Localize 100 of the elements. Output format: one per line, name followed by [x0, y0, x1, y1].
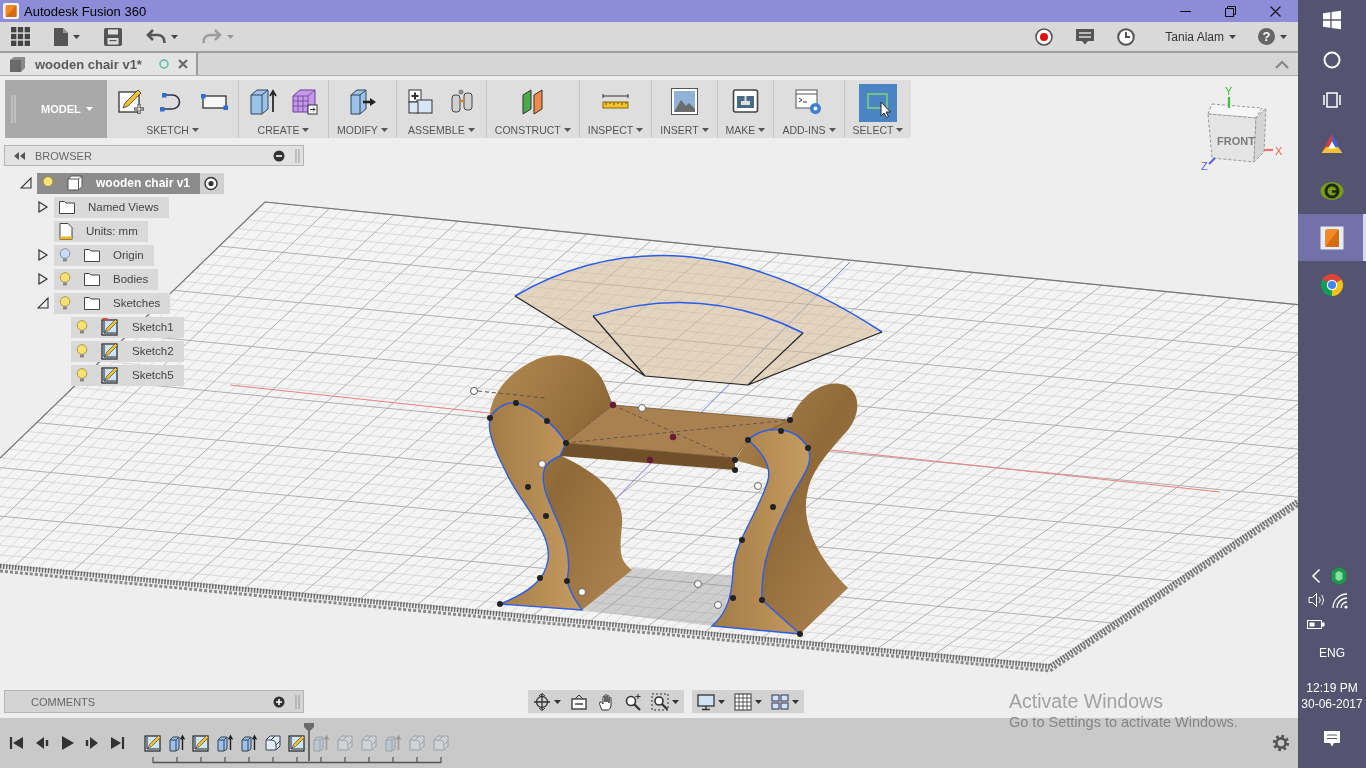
notification-icon	[1322, 730, 1342, 748]
collapsed-arrow-icon[interactable]	[37, 249, 49, 261]
redo-arrow-icon	[202, 29, 222, 44]
caret-icon	[758, 127, 766, 132]
wifi-icon	[1330, 591, 1348, 609]
window-title: Autodesk Fusion 360	[24, 3, 147, 19]
caret-icon	[896, 127, 904, 132]
orbit-button[interactable]	[531, 691, 563, 712]
expanded-arrow-icon[interactable]	[37, 297, 49, 309]
grid-settings-button[interactable]	[732, 691, 764, 712]
boxes-plus-icon	[405, 87, 435, 116]
toolbar-menu-button[interactable]: CONSTRUCT	[494, 123, 571, 136]
toolbar-menu-button[interactable]: ADD-INS	[782, 123, 836, 136]
toolbar-menu-button[interactable]: SELECT	[852, 123, 904, 136]
toolbar-menu-button[interactable]: MAKE	[725, 123, 766, 136]
toolbar-menu-button[interactable]: CREATE	[257, 123, 310, 136]
browser-tree-item[interactable]: Sketch5	[71, 364, 184, 386]
x-axis-label: X	[1275, 145, 1283, 157]
toolbar-menu-button[interactable]: MODIFY	[337, 123, 388, 136]
browser-tree-item[interactable]: Sketch1	[71, 316, 184, 338]
folder-icon	[84, 248, 100, 262]
light-bulb-icon[interactable]	[76, 320, 88, 334]
caret-icon	[701, 127, 709, 132]
light-bulb-icon[interactable]	[59, 272, 71, 286]
chevron-left-icon	[1311, 568, 1321, 584]
undo-arrow-icon	[146, 29, 166, 44]
cube-icon	[9, 55, 26, 73]
caret-icon	[171, 34, 178, 39]
select-button[interactable]	[858, 84, 897, 122]
caret-icon	[828, 127, 836, 132]
view-cube-face-label: FRONT	[1217, 135, 1255, 147]
settings-button[interactable]	[1272, 734, 1290, 752]
caret-icon	[554, 699, 561, 704]
browser-tree-item[interactable]: Sketch2	[71, 340, 184, 362]
caret-icon	[302, 127, 310, 132]
folder-icon	[84, 296, 100, 310]
light-bulb-icon[interactable]	[76, 368, 88, 382]
collapsed-arrow-icon[interactable]	[37, 273, 49, 285]
toolbar-menu-button[interactable]: INSERT	[660, 123, 709, 136]
insert-image-button[interactable]	[668, 85, 700, 118]
toolbar-menu-button[interactable]: SKETCH	[146, 123, 199, 136]
help-button[interactable]: ?	[1258, 28, 1275, 45]
apps-grid-button[interactable]	[11, 24, 30, 49]
grid-icon	[734, 692, 752, 711]
collapsed-arrow-icon[interactable]	[37, 201, 49, 213]
look-at-icon	[570, 692, 588, 711]
fit-button[interactable]	[649, 691, 681, 712]
battery-icon	[1307, 618, 1325, 630]
toolbar-menu-button[interactable]: ASSEMBLE	[408, 123, 475, 136]
skip-end-icon	[108, 735, 125, 751]
activation-title: Activate Windows	[1009, 689, 1164, 713]
record-icon	[1035, 27, 1054, 46]
gear-icon	[1272, 734, 1290, 752]
skip-start-icon	[8, 735, 25, 751]
browser-tree-item[interactable]: Origin	[54, 244, 154, 266]
box-arrow-icon	[216, 734, 234, 752]
document-icon	[54, 27, 68, 46]
box-arrow-icon	[240, 734, 258, 752]
rounded-box-icon	[432, 734, 450, 752]
taskbar-app-button[interactable]	[1298, 214, 1366, 261]
close-tab-icon[interactable]	[178, 59, 188, 69]
status-ring-icon	[159, 59, 169, 69]
light-bulb-icon[interactable]	[42, 176, 54, 190]
viewports-button[interactable]	[769, 691, 801, 712]
browser-tree-item[interactable]: Units: mm	[54, 220, 148, 242]
grip-icon	[295, 148, 300, 163]
user-menu-button[interactable]: Tania Alam	[1165, 24, 1236, 49]
browser-tree-item[interactable]: wooden chair v1	[37, 172, 201, 194]
hand-icon	[597, 692, 615, 711]
rounded-box-icon	[408, 734, 426, 752]
radio-icon[interactable]	[200, 172, 225, 194]
box-arrow-icon	[248, 87, 277, 116]
language-button[interactable]: ENG	[1299, 640, 1365, 666]
display-settings-button[interactable]	[695, 691, 727, 712]
browser-tree-item[interactable]: Named Views	[54, 196, 169, 218]
box-arrow-icon	[384, 734, 402, 752]
caret-icon	[1229, 34, 1236, 39]
expanded-arrow-icon[interactable]	[20, 177, 32, 189]
grid-cube-icon	[290, 87, 319, 116]
view-cube[interactable]	[1207, 103, 1267, 163]
browser-tree-item[interactable]: Bodies	[54, 268, 159, 290]
plus-circle-icon[interactable]	[273, 695, 285, 708]
toolbar-menu-button[interactable]: INSPECT	[587, 123, 644, 136]
sketch-icon	[192, 734, 210, 752]
document-tab[interactable]: wooden chair v1*	[0, 53, 198, 75]
caret-icon	[755, 699, 762, 704]
minus-circle-icon[interactable]	[273, 149, 285, 162]
double-arrow-icon[interactable]	[13, 150, 25, 161]
browser-tree-item[interactable]: Sketches	[54, 292, 171, 314]
grid-icon	[11, 27, 30, 46]
caret-icon	[380, 127, 388, 132]
clock-time[interactable]: 12:19 PM	[1306, 680, 1358, 696]
move-arrows-icon	[533, 692, 551, 711]
caret-icon	[718, 699, 725, 704]
clock-date[interactable]: 30-06-2017	[1301, 696, 1363, 712]
light-bulb-icon[interactable]	[76, 344, 88, 358]
circle-icon	[1323, 51, 1341, 69]
light-bulb-icon[interactable]	[59, 296, 71, 310]
close-icon	[1270, 5, 1281, 17]
timeline-marker[interactable]	[304, 723, 314, 761]
